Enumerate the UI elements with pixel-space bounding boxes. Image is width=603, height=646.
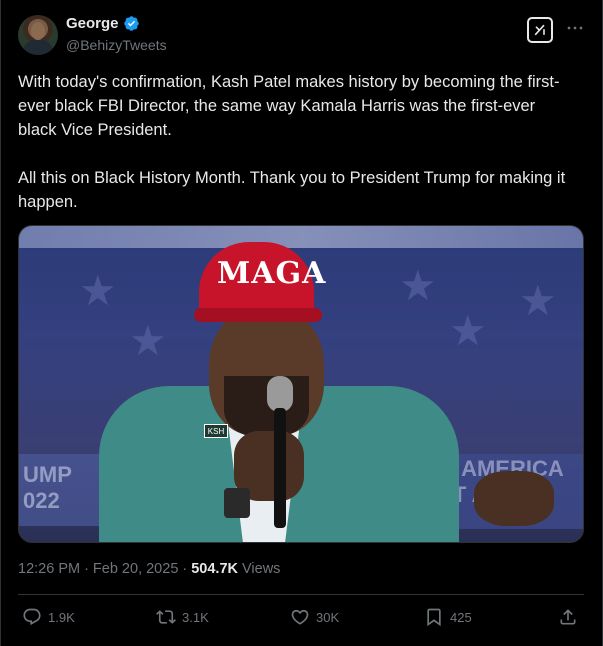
tweet-photo[interactable]: ★ ★ ★ ★ ★ UMP 022 MAKE AMERICA GREAT AGA… <box>18 225 584 543</box>
views-count: 504.7K <box>191 561 238 577</box>
tweet-card: George @BehizyTweets With today's confir… <box>0 0 603 646</box>
more-icon[interactable] <box>563 18 587 38</box>
like-icon <box>291 609 309 625</box>
cap-text: MAGA <box>217 256 327 291</box>
tweet-date[interactable]: Feb 20, 2025 <box>93 561 178 577</box>
like-count: 30K <box>316 609 340 625</box>
action-bar: 1.9K 3.1K 30K 425 <box>18 607 584 633</box>
verified-badge-icon <box>123 15 140 32</box>
avatar[interactable] <box>18 15 58 55</box>
share-icon <box>560 609 576 625</box>
divider <box>18 594 584 595</box>
microphone <box>267 376 293 528</box>
repost-button[interactable]: 3.1K <box>156 607 209 627</box>
views-label: Views <box>242 561 281 577</box>
reply-icon <box>23 608 41 626</box>
author-name-row: George <box>66 15 140 32</box>
bookmark-button[interactable]: 425 <box>424 607 472 627</box>
lapel-pin: KSH <box>204 424 228 438</box>
tweet-meta: 12:26 PM · Feb 20, 2025 · 504.7K Views <box>18 561 280 577</box>
share-button[interactable] <box>558 607 578 627</box>
tweet-paragraph-1: With today's confirmation, Kash Patel ma… <box>18 73 560 139</box>
bookmark-icon <box>427 608 441 627</box>
like-button[interactable]: 30K <box>290 607 339 627</box>
reply-count: 1.9K <box>48 609 75 625</box>
meta-separator: · <box>182 561 188 577</box>
tweet-time[interactable]: 12:26 PM <box>18 561 80 577</box>
author-name[interactable]: George <box>66 15 119 32</box>
repost-count: 3.1K <box>182 609 209 625</box>
bookmark-count: 425 <box>450 609 472 625</box>
author-handle[interactable]: @BehizyTweets <box>66 37 167 53</box>
repost-icon <box>156 610 176 624</box>
photo-banner-left-text: UMP 022 <box>23 462 72 513</box>
grok-icon[interactable] <box>527 17 553 43</box>
tweet-paragraph-2: All this on Black History Month. Thank y… <box>18 169 566 211</box>
meta-separator: · <box>84 561 89 577</box>
reply-button[interactable]: 1.9K <box>22 607 75 627</box>
tweet-text: With today's confirmation, Kash Patel ma… <box>18 70 578 214</box>
